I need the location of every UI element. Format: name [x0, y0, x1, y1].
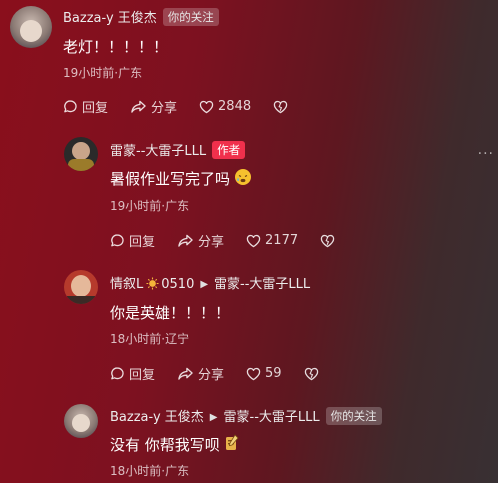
comment-text-content: 没有 你帮我写呗: [110, 436, 220, 454]
follow-badge: 你的关注: [162, 8, 219, 26]
share-label: 分享: [198, 235, 225, 250]
timestamp: 19小时前: [63, 66, 115, 80]
comment-actions: 回复 分享 2848: [63, 97, 314, 116]
location: 广东: [118, 66, 143, 80]
reply-button[interactable]: 回复: [110, 231, 155, 250]
broken-heart-icon: [273, 100, 288, 113]
username[interactable]: 情叙L 0510 ▶ 雷蒙--大雷子LLL: [110, 273, 310, 292]
comment-meta: 19小时前·广东: [63, 64, 142, 81]
heart-icon: [199, 100, 214, 113]
comment-actions: 回复 分享 59: [110, 364, 345, 383]
follow-badge: 你的关注: [325, 407, 382, 425]
location: 广东: [165, 199, 190, 213]
heart-icon: [246, 367, 261, 380]
username[interactable]: 雷蒙--大雷子LLL 作者: [110, 140, 246, 159]
broken-heart-icon: [304, 367, 318, 380]
broken-heart-icon: [320, 234, 335, 247]
timestamp: 18小时前: [110, 332, 162, 346]
share-label: 分享: [151, 101, 178, 116]
more-options-icon[interactable]: ···: [478, 146, 494, 162]
reply-bubble-icon: [64, 100, 77, 113]
comment-text[interactable]: 没有 你帮我写呗: [110, 434, 240, 455]
share-arrow-icon: [178, 234, 193, 247]
reply-arrow-icon: ▶: [209, 412, 218, 423]
location: 辽宁: [165, 332, 190, 346]
dislike-button[interactable]: [273, 100, 292, 114]
avatar[interactable]: [64, 137, 98, 171]
share-button[interactable]: 分享: [130, 97, 177, 116]
username[interactable]: Bazza-y 王俊杰 你的关注: [63, 7, 219, 26]
author-badge: 作者: [212, 141, 246, 159]
comment-meta: 18小时前·辽宁: [110, 330, 189, 347]
dislike-button[interactable]: [320, 234, 339, 248]
location: 广东: [165, 464, 190, 478]
reply-arrow-icon: ▶: [200, 279, 209, 290]
reply-label: 回复: [129, 368, 156, 383]
like-button[interactable]: 2177: [246, 233, 298, 248]
avatar[interactable]: [64, 270, 98, 304]
share-button[interactable]: 分享: [177, 231, 224, 250]
username-text[interactable]: 情叙L: [110, 277, 143, 292]
share-arrow-icon: [131, 100, 146, 113]
like-button[interactable]: 2848: [199, 99, 251, 114]
crying-face-emoji-icon: [235, 169, 252, 185]
comment-actions: 回复 分享 2177: [110, 231, 361, 250]
share-label: 分享: [198, 368, 225, 383]
pencil-emoji-icon: [225, 434, 239, 450]
reply-label: 回复: [129, 235, 156, 250]
avatar[interactable]: [64, 404, 98, 438]
reply-button[interactable]: 回复: [110, 364, 155, 383]
avatar[interactable]: [10, 6, 52, 48]
like-count: 2177: [265, 233, 299, 248]
heart-icon: [246, 234, 261, 247]
comment-text[interactable]: 你是英雄！！！！: [110, 302, 230, 323]
reply-button[interactable]: 回复: [63, 97, 108, 116]
dislike-button[interactable]: [304, 367, 323, 381]
sun-emoji-icon: [146, 277, 159, 290]
comment-text[interactable]: 老灯！！！！！: [63, 36, 168, 57]
like-count: 59: [265, 366, 282, 381]
reply-bubble-icon: [111, 234, 124, 247]
like-button[interactable]: 59: [246, 366, 282, 381]
reply-label: 回复: [82, 101, 109, 116]
username-suffix: 0510: [161, 277, 195, 292]
comment-text-content: 暑假作业写完了吗: [110, 170, 231, 188]
share-button[interactable]: 分享: [177, 364, 224, 383]
username-text[interactable]: 雷蒙--大雷子LLL: [110, 144, 206, 159]
username[interactable]: Bazza-y 王俊杰 ▶ 雷蒙--大雷子LLL 你的关注: [110, 406, 382, 425]
username-text[interactable]: Bazza-y 王俊杰: [110, 410, 204, 425]
like-count: 2848: [218, 99, 252, 114]
timestamp: 18小时前: [110, 464, 162, 478]
timestamp: 19小时前: [110, 199, 162, 213]
comment-meta: 19小时前·广东: [110, 197, 189, 214]
reply-bubble-icon: [111, 367, 124, 380]
comment-meta: 18小时前·广东: [110, 462, 189, 479]
share-arrow-icon: [178, 367, 193, 380]
username-text[interactable]: Bazza-y 王俊杰: [63, 11, 157, 26]
reply-to-username[interactable]: 雷蒙--大雷子LLL: [214, 277, 310, 292]
reply-to-username[interactable]: 雷蒙--大雷子LLL: [224, 410, 320, 425]
comment-text[interactable]: 暑假作业写完了吗: [110, 168, 252, 189]
